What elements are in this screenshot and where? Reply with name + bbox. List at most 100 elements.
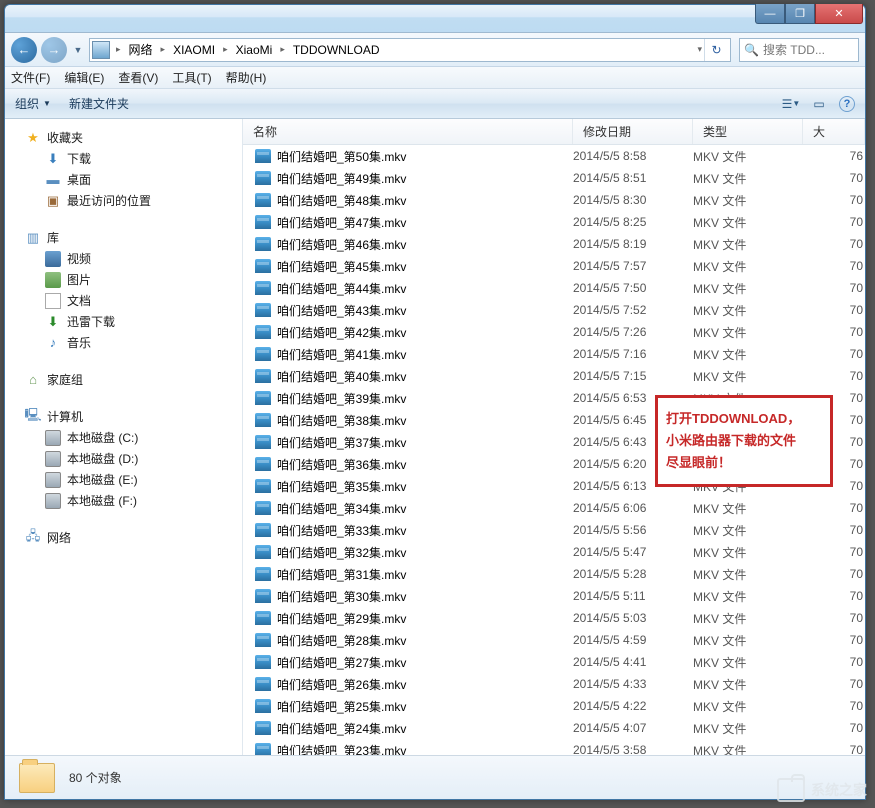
history-dropdown[interactable]: ▼ [71,45,85,55]
new-folder-button[interactable]: 新建文件夹 [69,95,129,112]
sidebar-network[interactable]: 🖧网络 [5,527,242,548]
sidebar-item-desktop[interactable]: ▬桌面 [5,169,242,190]
column-type[interactable]: 类型 [693,119,803,144]
sidebar-item-drive-c[interactable]: 本地磁盘 (C:) [5,427,242,448]
mkv-file-icon [255,215,271,229]
menu-help[interactable]: 帮助(H) [226,69,267,86]
file-row[interactable]: 咱们结婚吧_第48集.mkv2014/5/5 8:30MKV 文件70 [243,189,865,211]
file-row[interactable]: 咱们结婚吧_第34集.mkv2014/5/5 6:06MKV 文件70 [243,497,865,519]
mkv-file-icon [255,391,271,405]
sidebar-item-recent[interactable]: ▣最近访问的位置 [5,190,242,211]
file-size: 70 [803,171,863,185]
file-date: 2014/5/5 4:59 [573,633,693,647]
file-row[interactable]: 咱们结婚吧_第28集.mkv2014/5/5 4:59MKV 文件70 [243,629,865,651]
file-name: 咱们结婚吧_第26集.mkv [277,676,406,693]
mkv-file-icon [255,281,271,295]
file-row[interactable]: 咱们结婚吧_第32集.mkv2014/5/5 5:47MKV 文件70 [243,541,865,563]
status-count: 80 个对象 [69,769,122,786]
file-name: 咱们结婚吧_第42集.mkv [277,324,406,341]
breadcrumb[interactable]: XiaoMi [230,43,279,57]
file-row[interactable]: 咱们结婚吧_第23集.mkv2014/5/5 3:58MKV 文件70 [243,739,865,755]
breadcrumb[interactable]: XIAOMI [167,43,221,57]
sidebar-item-downloads[interactable]: ⬇下载 [5,148,242,169]
status-bar: 80 个对象 [5,755,865,799]
refresh-button[interactable]: ↻ [704,39,728,61]
sidebar-favorites[interactable]: ★收藏夹 [5,127,242,148]
sidebar-item-drive-d[interactable]: 本地磁盘 (D:) [5,448,242,469]
file-row[interactable]: 咱们结婚吧_第50集.mkv2014/5/5 8:58MKV 文件76 [243,145,865,167]
menu-file[interactable]: 文件(F) [11,69,50,86]
file-row[interactable]: 咱们结婚吧_第44集.mkv2014/5/5 7:50MKV 文件70 [243,277,865,299]
file-type: MKV 文件 [693,214,803,231]
file-row[interactable]: 咱们结婚吧_第25集.mkv2014/5/5 4:22MKV 文件70 [243,695,865,717]
maximize-button[interactable]: ❐ [785,4,815,24]
minimize-button[interactable]: — [755,4,785,24]
file-size: 70 [803,699,863,713]
file-row[interactable]: 咱们结婚吧_第26集.mkv2014/5/5 4:33MKV 文件70 [243,673,865,695]
sidebar-item-music[interactable]: ♪音乐 [5,332,242,353]
file-row[interactable]: 咱们结婚吧_第29集.mkv2014/5/5 5:03MKV 文件70 [243,607,865,629]
mkv-file-icon [255,193,271,207]
file-row[interactable]: 咱们结婚吧_第27集.mkv2014/5/5 4:41MKV 文件70 [243,651,865,673]
sidebar-item-drive-f[interactable]: 本地磁盘 (F:) [5,490,242,511]
help-button[interactable]: ? [839,96,855,112]
file-name: 咱们结婚吧_第35集.mkv [277,478,406,495]
titlebar[interactable]: — ❐ ✕ [5,5,865,33]
file-row[interactable]: 咱们结婚吧_第24集.mkv2014/5/5 4:07MKV 文件70 [243,717,865,739]
breadcrumb[interactable]: TDDOWNLOAD [287,43,386,57]
sidebar-libraries[interactable]: ▥库 [5,227,242,248]
file-name: 咱们结婚吧_第29集.mkv [277,610,406,627]
file-row[interactable]: 咱们结婚吧_第45集.mkv2014/5/5 7:57MKV 文件70 [243,255,865,277]
organize-button[interactable]: 组织▼ [15,95,51,112]
menu-view[interactable]: 查看(V) [118,69,158,86]
sidebar-computer[interactable]: 🖳计算机 [5,406,242,427]
view-options-button[interactable]: ☰▼ [783,96,799,112]
breadcrumb[interactable]: 网络 [123,41,159,58]
preview-pane-button[interactable]: ▭ [811,96,827,112]
file-row[interactable]: 咱们结婚吧_第41集.mkv2014/5/5 7:16MKV 文件70 [243,343,865,365]
file-date: 2014/5/5 7:50 [573,281,693,295]
file-row[interactable]: 咱们结婚吧_第43集.mkv2014/5/5 7:52MKV 文件70 [243,299,865,321]
file-date: 2014/5/5 7:16 [573,347,693,361]
file-row[interactable]: 咱们结婚吧_第49集.mkv2014/5/5 8:51MKV 文件70 [243,167,865,189]
file-row[interactable]: 咱们结婚吧_第46集.mkv2014/5/5 8:19MKV 文件70 [243,233,865,255]
sidebar-item-documents[interactable]: 文档 [5,290,242,311]
column-name[interactable]: 名称 [243,119,573,144]
annotation-callout: 打开TDDOWNLOAD， 小米路由器下载的文件 尽显眼前！ [655,395,833,487]
file-name: 咱们结婚吧_第44集.mkv [277,280,406,297]
column-size[interactable]: 大 [803,119,865,144]
menu-edit[interactable]: 编辑(E) [64,69,104,86]
back-button[interactable]: ← [11,37,37,63]
mkv-file-icon [255,303,271,317]
file-size: 70 [803,589,863,603]
address-dropdown[interactable]: ▾ [695,44,704,55]
sidebar-item-pictures[interactable]: 图片 [5,269,242,290]
drive-icon [45,451,61,467]
forward-button[interactable]: → [41,37,67,63]
file-name: 咱们结婚吧_第46集.mkv [277,236,406,253]
drive-icon [45,472,61,488]
sidebar-item-drive-e[interactable]: 本地磁盘 (E:) [5,469,242,490]
file-row[interactable]: 咱们结婚吧_第31集.mkv2014/5/5 5:28MKV 文件70 [243,563,865,585]
address-bar[interactable]: ▸ 网络▸ XIAOMI▸ XiaoMi▸ TDDOWNLOAD ▾ ↻ [89,38,731,62]
file-row[interactable]: 咱们结婚吧_第33集.mkv2014/5/5 5:56MKV 文件70 [243,519,865,541]
file-name: 咱们结婚吧_第36集.mkv [277,456,406,473]
close-button[interactable]: ✕ [815,4,863,24]
file-row[interactable]: 咱们结婚吧_第40集.mkv2014/5/5 7:15MKV 文件70 [243,365,865,387]
file-row[interactable]: 咱们结婚吧_第42集.mkv2014/5/5 7:26MKV 文件70 [243,321,865,343]
file-row[interactable]: 咱们结婚吧_第47集.mkv2014/5/5 8:25MKV 文件70 [243,211,865,233]
file-size: 70 [803,545,863,559]
menu-tools[interactable]: 工具(T) [172,69,211,86]
file-row[interactable]: 咱们结婚吧_第30集.mkv2014/5/5 5:11MKV 文件70 [243,585,865,607]
sidebar-item-videos[interactable]: 视频 [5,248,242,269]
search-box[interactable]: 🔍 搜索 TDD... [739,38,859,62]
file-date: 2014/5/5 6:06 [573,501,693,515]
sidebar-item-xunlei[interactable]: ⬇迅雷下载 [5,311,242,332]
sidebar-homegroup[interactable]: ⌂家庭组 [5,369,242,390]
file-date: 2014/5/5 3:58 [573,743,693,755]
file-type: MKV 文件 [693,192,803,209]
file-name: 咱们结婚吧_第32集.mkv [277,544,406,561]
column-date[interactable]: 修改日期 [573,119,693,144]
library-icon: ▥ [25,230,41,246]
file-name: 咱们结婚吧_第34集.mkv [277,500,406,517]
